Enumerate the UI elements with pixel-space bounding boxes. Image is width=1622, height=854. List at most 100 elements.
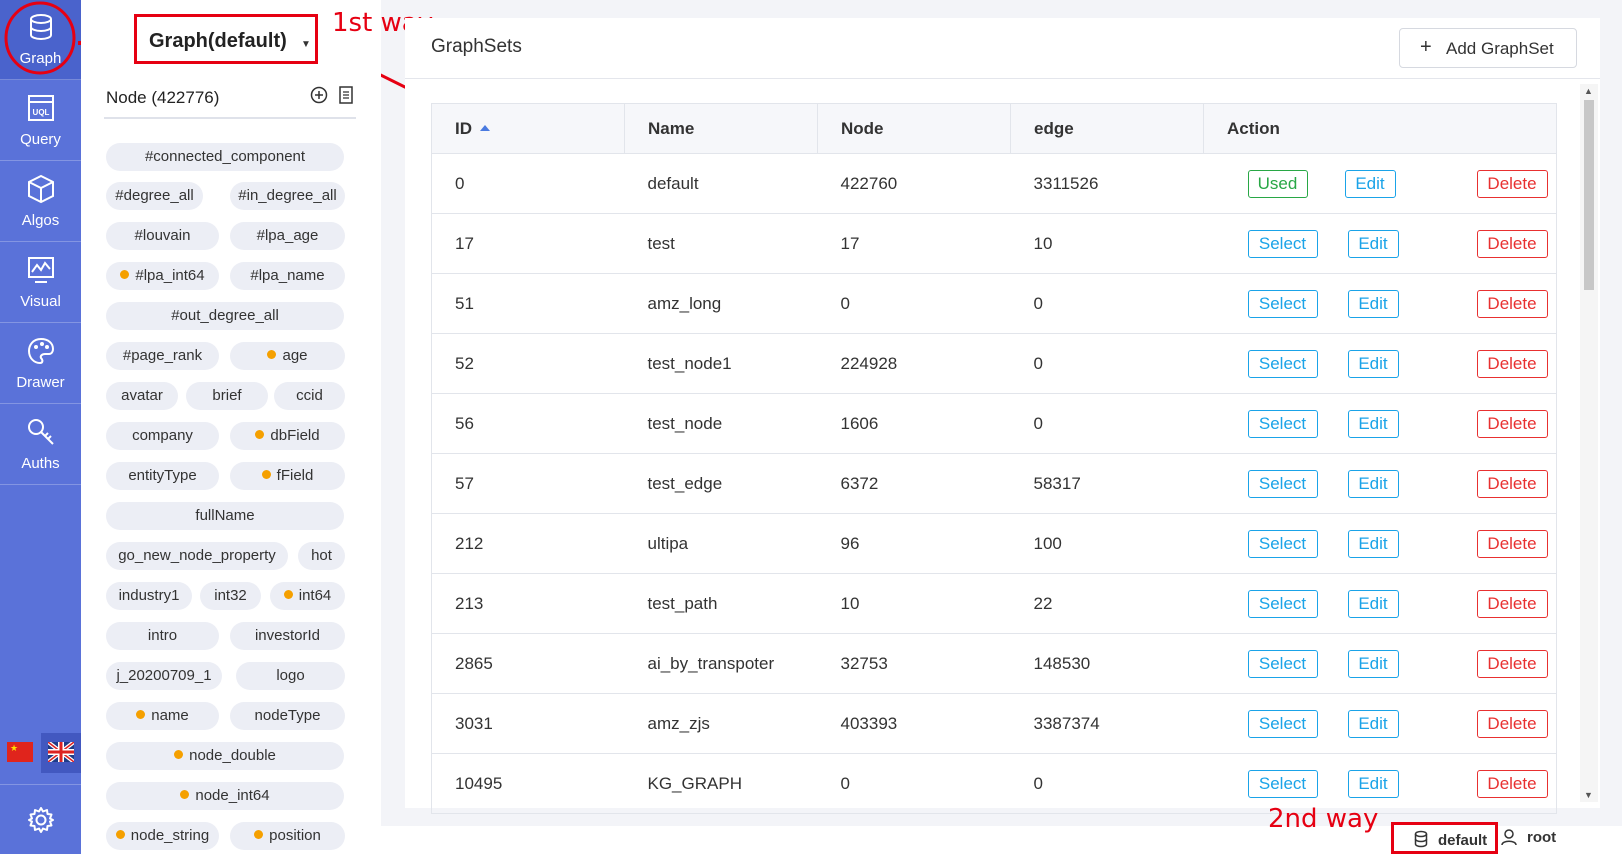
- cell-name: amz_zjs: [624, 693, 818, 754]
- select-button[interactable]: Select: [1247, 469, 1318, 498]
- property-tag[interactable]: intro: [106, 622, 219, 650]
- property-tag[interactable]: #lpa_name: [230, 262, 345, 290]
- delete-button[interactable]: Delete: [1476, 649, 1548, 678]
- select-button[interactable]: Select: [1247, 649, 1318, 678]
- property-tag[interactable]: #lpa_age: [230, 222, 345, 250]
- delete-button[interactable]: Delete: [1476, 289, 1548, 318]
- property-tag-label: #lpa_int64: [135, 267, 205, 284]
- property-tag[interactable]: company: [106, 422, 219, 450]
- property-tag[interactable]: int32: [200, 582, 261, 610]
- nav-item-graph[interactable]: Graph: [0, 0, 81, 80]
- delete-button[interactable]: Delete: [1476, 349, 1548, 378]
- cell-name: test: [624, 213, 818, 274]
- edit-button[interactable]: Edit: [1347, 289, 1399, 318]
- edit-button[interactable]: Edit: [1347, 469, 1399, 498]
- column-header-id[interactable]: ID: [431, 103, 625, 154]
- delete-button[interactable]: Delete: [1476, 409, 1548, 438]
- delete-button[interactable]: Delete: [1476, 469, 1548, 498]
- edit-button[interactable]: Edit: [1347, 529, 1399, 558]
- property-tag[interactable]: logo: [236, 662, 345, 690]
- table-row: 2865 ai_by_transpoter 32753 148530 Select Edi…: [431, 633, 1557, 694]
- property-tag[interactable]: node_int64: [106, 782, 344, 810]
- property-tag[interactable]: #connected_component: [106, 143, 344, 171]
- nav-item-visual[interactable]: Visual: [0, 243, 81, 323]
- table-scrollbar[interactable]: ▲ ▼: [1580, 84, 1598, 802]
- property-tag[interactable]: nodeType: [230, 702, 345, 730]
- property-tag[interactable]: fField: [230, 462, 345, 490]
- property-tag[interactable]: #out_degree_all: [106, 302, 344, 330]
- property-tag[interactable]: #degree_all: [106, 182, 203, 210]
- property-tag[interactable]: int64: [270, 582, 345, 610]
- select-button[interactable]: Select: [1247, 709, 1318, 738]
- property-tag[interactable]: industry1: [106, 582, 192, 610]
- property-tag[interactable]: name: [106, 702, 219, 730]
- cn-flag-icon[interactable]: ★: [7, 742, 33, 762]
- property-tag[interactable]: brief: [186, 382, 268, 410]
- delete-button[interactable]: Delete: [1476, 589, 1548, 618]
- scroll-up-icon[interactable]: ▲: [1584, 86, 1593, 96]
- property-tag[interactable]: avatar: [106, 382, 178, 410]
- sort-asc-icon[interactable]: [480, 124, 490, 131]
- select-button[interactable]: Select: [1247, 769, 1318, 798]
- table-row: 57 test_edge 6372 58317 Select Edit Delete: [431, 453, 1557, 514]
- add-circle-icon[interactable]: [310, 86, 328, 104]
- scrollbar-thumb[interactable]: [1584, 100, 1594, 290]
- select-button[interactable]: Select: [1247, 349, 1318, 378]
- select-button[interactable]: Select: [1247, 529, 1318, 558]
- property-tag[interactable]: position: [230, 822, 345, 850]
- add-graphset-button[interactable]: + Add GraphSet: [1399, 28, 1577, 68]
- graph-selector[interactable]: Graph(default) ▼: [134, 14, 318, 64]
- property-tag[interactable]: fullName: [106, 502, 344, 530]
- select-button[interactable]: Select: [1247, 589, 1318, 618]
- edit-button[interactable]: Edit: [1347, 769, 1399, 798]
- edit-button[interactable]: Edit: [1344, 169, 1396, 198]
- row-actions: Select Edit Delete: [1227, 409, 1557, 438]
- edit-button[interactable]: Edit: [1347, 349, 1399, 378]
- select-button[interactable]: Select: [1247, 229, 1318, 258]
- property-tag-label: #lpa_age: [256, 227, 319, 244]
- select-button[interactable]: Select: [1247, 289, 1318, 318]
- edit-button[interactable]: Edit: [1347, 409, 1399, 438]
- property-tag[interactable]: age: [230, 342, 345, 370]
- property-tag[interactable]: dbField: [230, 422, 345, 450]
- cell-edge: 3387374: [1010, 693, 1204, 754]
- property-tag[interactable]: go_new_node_property: [106, 542, 288, 570]
- scroll-down-icon[interactable]: ▼: [1584, 790, 1593, 800]
- delete-button[interactable]: Delete: [1476, 169, 1548, 198]
- edit-button[interactable]: Edit: [1347, 649, 1399, 678]
- property-tag[interactable]: #in_degree_all: [230, 182, 345, 210]
- edit-button[interactable]: Edit: [1347, 709, 1399, 738]
- property-tag[interactable]: ccid: [274, 382, 345, 410]
- cell-name: amz_long: [624, 273, 818, 334]
- edit-button[interactable]: Edit: [1347, 589, 1399, 618]
- property-tag[interactable]: #louvain: [106, 222, 219, 250]
- property-tag[interactable]: node_double: [106, 742, 344, 770]
- nav-item-query[interactable]: UQL Query: [0, 81, 81, 161]
- property-tag[interactable]: #lpa_int64: [106, 262, 219, 290]
- delete-button[interactable]: Delete: [1476, 529, 1548, 558]
- edit-button[interactable]: Edit: [1347, 229, 1399, 258]
- settings-button[interactable]: [0, 784, 81, 854]
- cell-action: Select Edit Delete: [1203, 693, 1557, 754]
- nav-item-auths[interactable]: Auths: [0, 405, 81, 485]
- table-row: 17 test 17 10 Select Edit Delete: [431, 213, 1557, 274]
- property-tag-label: #lpa_name: [250, 267, 325, 284]
- delete-button[interactable]: Delete: [1476, 709, 1548, 738]
- property-tag[interactable]: j_20200709_1: [106, 662, 222, 690]
- delete-button[interactable]: Delete: [1476, 229, 1548, 258]
- property-tag[interactable]: entityType: [106, 462, 219, 490]
- cell-node: 403393: [817, 693, 1011, 754]
- nav-item-algos[interactable]: Algos: [0, 162, 81, 242]
- cell-node: 32753: [817, 633, 1011, 694]
- property-tag[interactable]: investorId: [230, 622, 345, 650]
- status-graph-switcher[interactable]: default: [1391, 822, 1498, 854]
- delete-button[interactable]: Delete: [1476, 769, 1548, 798]
- select-button[interactable]: Select: [1247, 409, 1318, 438]
- property-tag[interactable]: node_string: [106, 822, 219, 850]
- language-option-en[interactable]: [41, 733, 81, 773]
- nav-item-drawer[interactable]: Drawer: [0, 324, 81, 404]
- property-tag[interactable]: #page_rank: [106, 342, 219, 370]
- property-tag[interactable]: hot: [298, 542, 345, 570]
- list-doc-icon[interactable]: [338, 86, 354, 104]
- used-button[interactable]: Used: [1247, 169, 1308, 198]
